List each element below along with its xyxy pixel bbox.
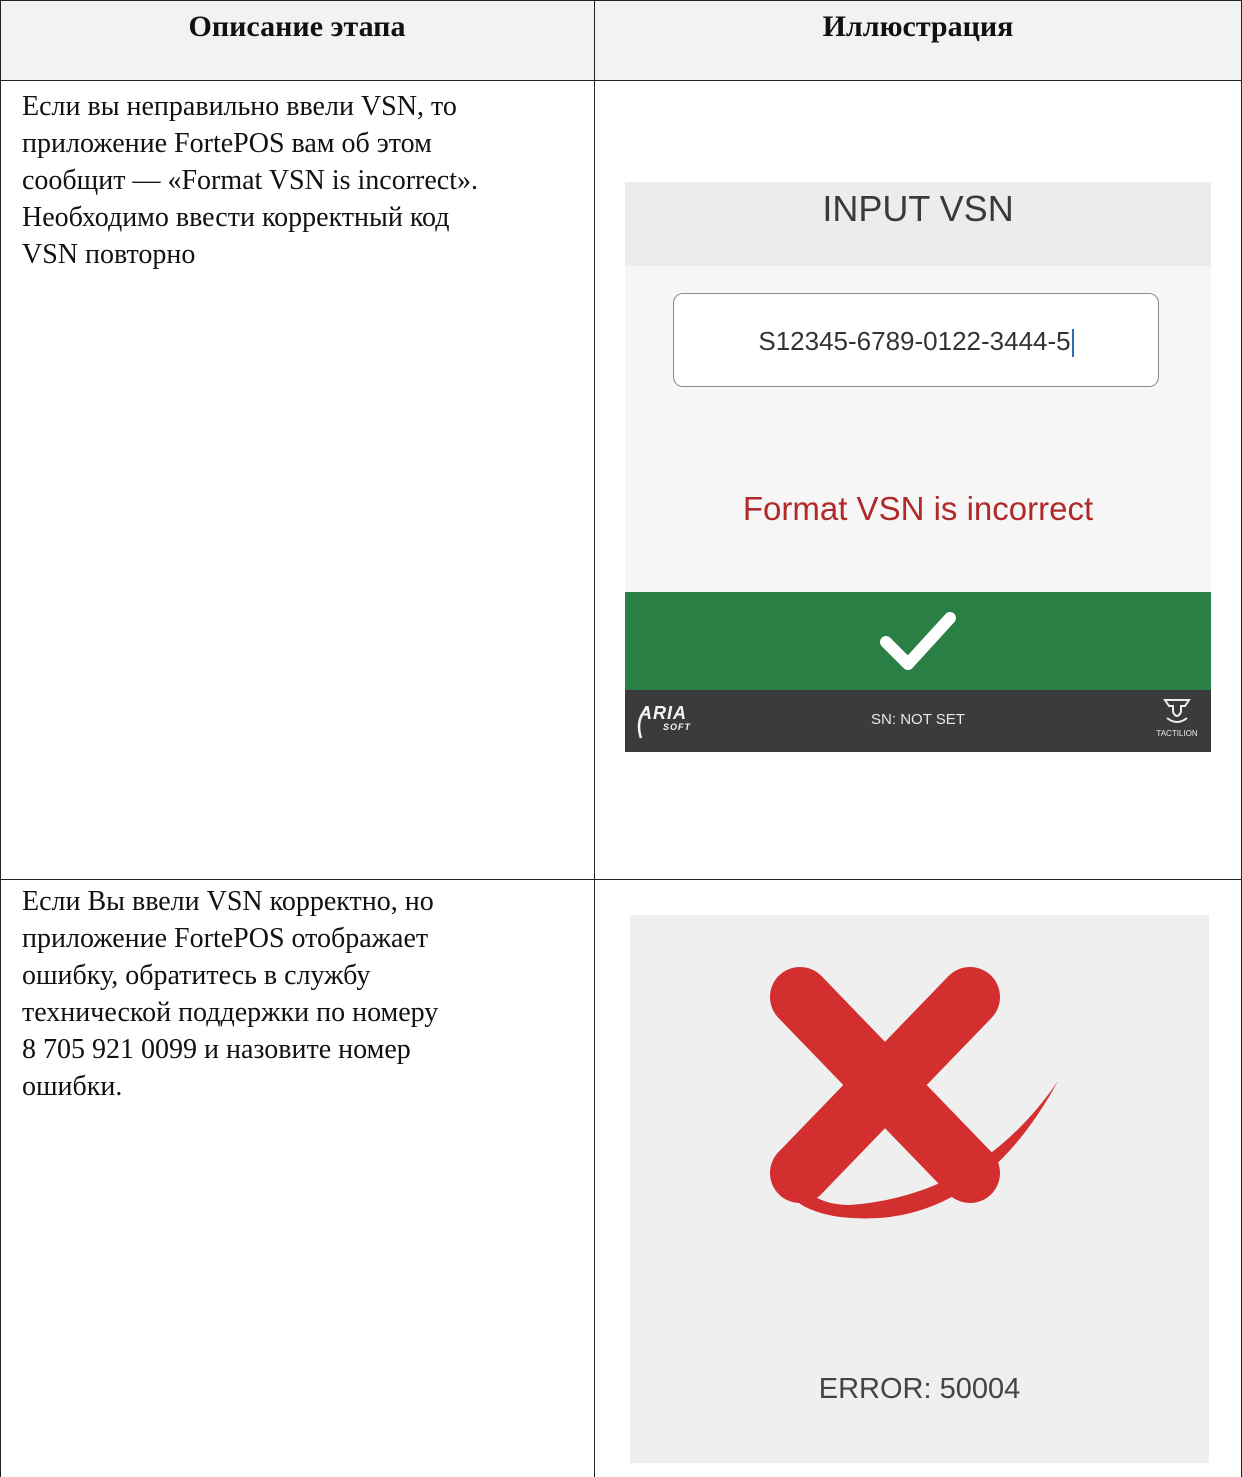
row2-description: Если Вы ввели VSN корректно, но приложен… [22, 883, 577, 1105]
tactilion-logo: TACTILION [1147, 696, 1207, 738]
header-illustration: Иллюстрация [822, 10, 1014, 43]
tactilion-icon [1163, 699, 1191, 723]
screen-title-text: INPUT VSN [822, 188, 1014, 229]
header-description: Описание этапа [188, 10, 406, 43]
row1-line-2: приложение FortePOS вам об этом [22, 128, 432, 159]
table-border-left [0, 0, 1, 1477]
app-footer: ARIA SOFT SN: NOT SET TACTILION [625, 690, 1211, 752]
column-divider [594, 0, 595, 1477]
table-header-row: Описание этапа Иллюстрация [0, 0, 1242, 80]
row2-line-3: ошибку, обратитесь в службу [22, 960, 371, 991]
format-error-message: Format VSN is incorrect [742, 490, 1094, 527]
vsn-input-value: S12345-6789-0122-3444-5 [758, 326, 1071, 356]
row-divider [0, 879, 1242, 880]
row1-line-3: сообщит — «Format VSN is incorrect». [22, 165, 479, 196]
error-code: ERROR: 50004 [818, 1373, 1021, 1405]
instruction-table: Описание этапа Иллюстрация Если вы непра… [0, 0, 1242, 1477]
checkmark-icon [880, 612, 956, 670]
input-vsn-screenshot: INPUT VSN S12345-6789-0122-3444-5 Format… [625, 182, 1211, 752]
row1-line-5: VSN повторно [22, 239, 196, 270]
text-caret [1071, 329, 1074, 358]
error-screenshot: ERROR: 50004 [630, 915, 1209, 1463]
row2-line-4: технической поддержки по номеру [22, 997, 439, 1028]
row2-line-1: Если Вы ввели VSN корректно, но [22, 886, 434, 917]
confirm-button[interactable] [625, 592, 1211, 690]
header-divider [0, 80, 1242, 81]
tactilion-text: TACTILION [1156, 729, 1198, 738]
row2-line-2: приложение FortePOS отображает [22, 923, 429, 954]
row1-line-4: Необходимо ввести корректный код [22, 202, 450, 233]
table-border-top [0, 0, 1242, 1]
row1-description: Если вы неправильно ввели VSN, то прилож… [22, 88, 577, 273]
row2-line-5: 8 705 921 0099 и назовите номер [22, 1034, 411, 1065]
screen-title: INPUT VSN [625, 182, 1211, 266]
row1-line-1: Если вы неправильно ввели VSN, то [22, 91, 457, 122]
vsn-input-field[interactable]: S12345-6789-0122-3444-5 [673, 293, 1159, 387]
red-x-icon [770, 967, 1058, 1219]
row2-line-6: ошибки. [22, 1071, 123, 1102]
serial-number-status: SN: NOT SET [871, 711, 965, 728]
